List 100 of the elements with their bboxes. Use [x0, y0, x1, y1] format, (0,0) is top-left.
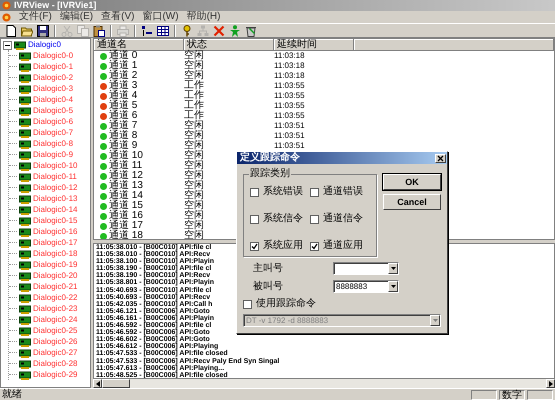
ok-button[interactable]: OK [383, 174, 441, 190]
table-cell: 空闲 [184, 231, 204, 239]
tree-item[interactable]: Dialogic0-6 [33, 116, 74, 126]
tree-item[interactable]: Dialogic0-27 [33, 348, 78, 358]
table-cell: 通道 17 [109, 221, 143, 231]
trash-icon[interactable] [245, 24, 257, 36]
tree-item[interactable]: Dialogic0-4 [33, 94, 74, 104]
cancel-button[interactable]: Cancel [383, 194, 441, 210]
checkbox-label[interactable]: 系统错误 [263, 186, 303, 198]
tree-item[interactable]: Dialogic0-28 [33, 358, 78, 368]
table-cell: 通道 2 [109, 71, 138, 81]
column-header[interactable]: 延续时间 [274, 39, 354, 51]
table-cell: 通道 3 [109, 81, 138, 91]
scroll-right-button[interactable] [546, 379, 555, 388]
tree-item[interactable]: Dialogic0-7 [33, 128, 74, 138]
table-cell: 11:03:55 [274, 101, 305, 111]
group-label: 跟踪类别 [249, 168, 291, 180]
column-header[interactable]: 状态 [184, 39, 274, 51]
network-card-icon [19, 270, 31, 280]
checkbox-label[interactable]: 系统应用 [263, 240, 303, 252]
tree-item[interactable]: Dialogic0 [28, 40, 61, 50]
tree-item[interactable]: Dialogic0-0 [33, 50, 74, 60]
network-card-icon [19, 72, 31, 82]
menu-item[interactable]: 窗口(W) [142, 11, 179, 23]
checkbox[interactable] [250, 188, 259, 196]
column-header[interactable]: 通道名 [94, 39, 184, 51]
key-icon[interactable] [181, 24, 193, 36]
open-folder-icon[interactable] [21, 24, 33, 36]
collapse-icon[interactable] [3, 40, 12, 50]
network-card-icon [19, 62, 31, 72]
table-cell: 11:03:55 [274, 111, 305, 121]
tree-item[interactable]: Dialogic0-8 [33, 138, 74, 148]
document-icon[interactable] [2, 12, 11, 22]
table-cell: 通道 0 [109, 51, 138, 61]
network-card-icon [19, 94, 31, 104]
table-cell: 空闲 [184, 201, 204, 211]
tree-item[interactable]: Dialogic0-9 [33, 150, 74, 160]
table-cell: 通道 13 [109, 181, 143, 191]
scrollbar-thumb[interactable] [102, 379, 130, 388]
tree-item[interactable]: Dialogic0-29 [33, 370, 78, 380]
tree-item[interactable]: Dialogic0-17 [33, 238, 78, 248]
network-card-icon [19, 226, 31, 236]
checkbox[interactable] [310, 214, 319, 224]
combo-box[interactable]: 8888883 [333, 280, 399, 293]
status-indicator: 数字 [499, 390, 525, 400]
checkbox[interactable] [243, 300, 252, 308]
status-pane [471, 390, 497, 400]
paste-icon[interactable] [93, 24, 105, 36]
sort-icon[interactable] [141, 24, 153, 36]
tree-item[interactable]: Dialogic0-12 [33, 182, 78, 192]
checkbox[interactable] [250, 214, 259, 224]
tree-item[interactable]: Dialogic0-21 [33, 282, 78, 292]
tree-item[interactable]: Dialogic0-11 [33, 172, 77, 182]
network-card-icon [19, 150, 31, 160]
tree-item[interactable]: Dialogic0-1 [33, 62, 74, 72]
tree-item[interactable]: Dialogic0-22 [33, 292, 78, 302]
checkbox-label[interactable]: 通道错误 [323, 186, 363, 198]
grid-icon[interactable] [157, 24, 169, 36]
network-card-icon [19, 116, 31, 126]
checkbox[interactable] [250, 242, 259, 250]
table-cell: 通道 18 [109, 231, 143, 239]
checkbox[interactable] [310, 188, 319, 196]
tree-item[interactable]: Dialogic0-24 [33, 314, 78, 324]
delete-icon[interactable] [213, 24, 225, 36]
checkbox-label[interactable]: 使用跟踪命令 [256, 298, 316, 310]
table-cell: 通道 10 [109, 151, 143, 161]
network-card-icon [19, 248, 31, 258]
tree-item[interactable]: Dialogic0-2 [33, 72, 74, 82]
table-cell: 通道 9 [109, 141, 138, 151]
tree-item[interactable]: Dialogic0-16 [33, 226, 78, 236]
tree-item[interactable]: Dialogic0-3 [33, 84, 74, 94]
checkbox-label[interactable]: 通道应用 [323, 240, 363, 252]
tree-item[interactable]: Dialogic0-10 [33, 160, 78, 170]
table-cell: 11:03:18 [274, 51, 305, 61]
checkbox-label[interactable]: 通道信令 [323, 213, 363, 225]
tree-item[interactable]: Dialogic0-19 [33, 260, 78, 270]
save-icon[interactable] [37, 24, 49, 36]
combo-box[interactable] [333, 262, 399, 275]
tree-item[interactable]: Dialogic0-15 [33, 216, 78, 226]
tree-item[interactable]: Dialogic0-25 [33, 326, 78, 336]
menu-item[interactable]: 查看(V) [101, 11, 134, 23]
tree-item[interactable]: Dialogic0-14 [33, 204, 78, 214]
close-button[interactable] [435, 154, 446, 162]
tree-item[interactable]: Dialogic0-23 [33, 304, 78, 314]
scroll-left-button[interactable] [93, 379, 102, 388]
menu-item[interactable]: 文件(F) [19, 11, 52, 23]
table-cell: 空闲 [184, 221, 204, 231]
checkbox[interactable] [310, 242, 319, 250]
tree-item[interactable]: Dialogic0-13 [33, 194, 78, 204]
table-cell: 空闲 [184, 211, 204, 221]
table-cell: 空闲 [184, 151, 204, 161]
network-card-icon [19, 106, 31, 116]
tree-item[interactable]: Dialogic0-20 [33, 270, 78, 280]
tree-item[interactable]: Dialogic0-5 [33, 106, 74, 116]
menu-item[interactable]: 帮助(H) [186, 11, 220, 23]
tree-item[interactable]: Dialogic0-18 [33, 248, 78, 258]
checkbox-label[interactable]: 系统信令 [263, 213, 303, 225]
menu-item[interactable]: 编辑(E) [60, 11, 94, 23]
tree-item[interactable]: Dialogic0-26 [33, 336, 78, 346]
app-icon [2, 1, 11, 10]
